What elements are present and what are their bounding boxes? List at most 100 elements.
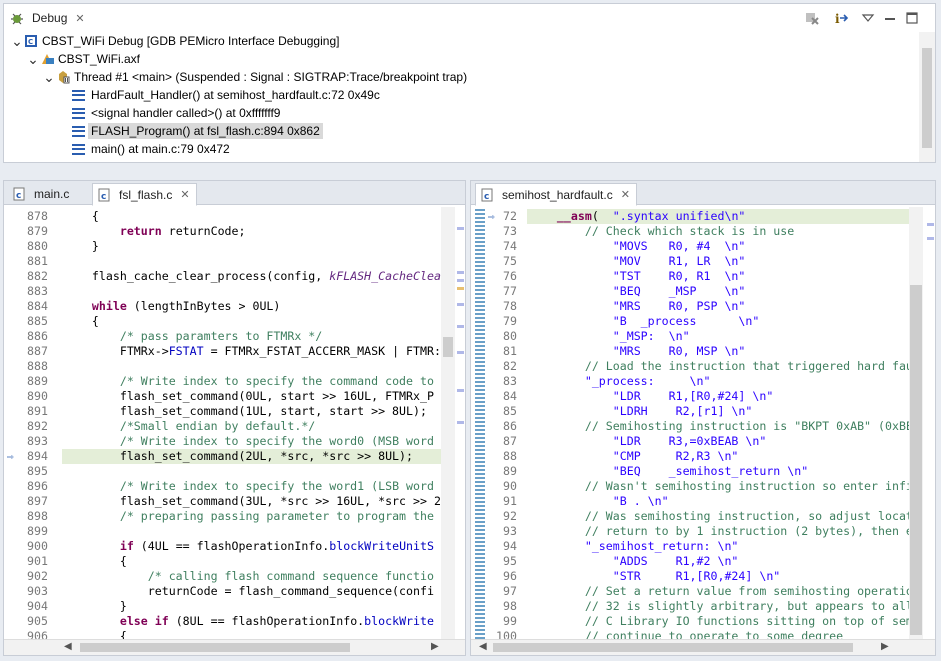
overview-marker[interactable] <box>457 421 464 424</box>
code-line[interactable]: "B . \n" <box>529 494 669 509</box>
code-line[interactable]: // Set a return value from semihosting o… <box>529 584 909 599</box>
debug-tree-item[interactable]: FLASH_Program() at fsl_flash.c:894 0x862 <box>4 122 323 140</box>
right-editor-hscroll[interactable]: ◀ ▶ <box>471 639 935 655</box>
code-line[interactable]: while (lengthInBytes > 0UL) <box>64 299 280 314</box>
code-line[interactable]: "LDR R1,[R0,#24] \n" <box>529 389 774 404</box>
debug-tree-scroll-thumb[interactable] <box>922 48 932 148</box>
code-line[interactable]: "_semihost_return: \n" <box>529 539 739 554</box>
code-line[interactable]: "STR R1,[R0,#24] \n" <box>529 569 781 584</box>
code-line[interactable]: /* preparing passing parameter to progra… <box>64 509 434 524</box>
code-line[interactable]: flash_set_command(0UL, start >> 16UL, FT… <box>64 389 434 404</box>
scroll-right-icon[interactable]: ▶ <box>881 641 889 652</box>
right-overview-ruler[interactable] <box>925 207 935 639</box>
debug-tree-item[interactable]: HardFault_Handler() at semihost_hardfaul… <box>4 86 380 104</box>
tab-main-c[interactable]: c main.c <box>8 183 75 205</box>
right-editor-vscroll-thumb[interactable] <box>910 285 922 635</box>
scroll-right-icon[interactable]: ▶ <box>431 641 439 652</box>
code-line[interactable]: if (4UL == flashOperationInfo.blockWrite… <box>64 539 434 554</box>
code-line[interactable]: "_process: \n" <box>529 374 711 389</box>
code-line[interactable]: { <box>64 554 127 569</box>
code-line[interactable]: { <box>64 209 99 224</box>
minimize-icon[interactable] <box>882 10 898 26</box>
left-editor-hscroll-thumb[interactable] <box>80 643 350 652</box>
debug-tree-item[interactable]: <signal handler called>() at 0xfffffff9 <box>4 104 280 122</box>
code-line[interactable]: } <box>64 239 99 254</box>
code-line[interactable]: "TST R0, R1 \n" <box>529 269 746 284</box>
right-code-area[interactable]: ⇨ 72 __asm( ".syntax unified\n" 73 // Chec… <box>485 207 909 639</box>
overview-marker[interactable] <box>457 287 464 290</box>
code-line[interactable]: "BEQ _MSP \n" <box>529 284 746 299</box>
code-line[interactable]: else if (8UL == flashOperationInfo.block… <box>64 614 434 629</box>
code-line[interactable]: { <box>64 629 127 639</box>
left-editor-vscroll-thumb[interactable] <box>443 337 453 357</box>
code-line[interactable]: "MOVS R0, #4 \n" <box>529 239 746 254</box>
code-line[interactable]: return returnCode; <box>64 224 246 239</box>
left-editor-hscroll[interactable]: ◀ ▶ <box>4 639 465 655</box>
code-line[interactable]: flash_cache_clear_process(config, kFLASH… <box>64 269 441 284</box>
debug-tree-item[interactable]: ⌄ Thread #1 <main> (Suspended : Signal : … <box>4 68 467 86</box>
code-line[interactable]: "LDRH R2,[r1] \n" <box>529 404 753 419</box>
right-view-menu[interactable] <box>911 180 931 181</box>
view-menu-icon[interactable] <box>860 10 876 26</box>
tab-fsl-flash-c[interactable]: c fsl_flash.c ✕ <box>92 183 197 206</box>
code-line[interactable]: // Wasn't semihosting instruction so ent… <box>529 479 909 494</box>
close-icon[interactable]: ✕ <box>621 188 630 201</box>
overview-marker[interactable] <box>457 279 464 282</box>
code-line[interactable]: "CMP R2,R3 \n" <box>529 449 739 464</box>
code-line[interactable]: "BEQ _semihost_return \n" <box>529 464 808 479</box>
scroll-left-icon[interactable]: ◀ <box>479 641 487 652</box>
expand-chevron-icon[interactable]: ⌄ <box>10 34 24 48</box>
maximize-icon[interactable] <box>904 10 920 26</box>
debug-tree-item[interactable]: ⌄ C CBST_WiFi Debug [GDB PEMicro Interface… <box>4 32 339 50</box>
code-line[interactable]: /* Write index to specify the command co… <box>64 374 434 389</box>
scroll-left-icon[interactable]: ◀ <box>64 641 72 652</box>
left-code-area[interactable]: 878 {879 return returnCode; 880 } 881 882 f… <box>4 207 441 639</box>
code-line[interactable]: } <box>64 599 127 614</box>
code-line[interactable]: "MRS R0, MSP \n" <box>529 344 746 359</box>
tab-semihost-hardfault-c[interactable]: c semihost_hardfault.c ✕ <box>475 183 637 206</box>
code-line[interactable]: /* pass paramters to FTMRx */ <box>64 329 322 344</box>
overview-marker[interactable] <box>457 227 464 230</box>
code-line[interactable]: returnCode = flash_command_sequence(conf… <box>64 584 434 599</box>
code-line[interactable]: { <box>64 314 99 329</box>
close-icon[interactable]: ✕ <box>180 188 189 201</box>
code-line[interactable]: // C Library IO functions sitting on top… <box>529 614 909 629</box>
expand-chevron-icon[interactable]: ⌄ <box>26 52 40 66</box>
code-line[interactable]: "_MSP: \n" <box>529 329 690 344</box>
overview-marker[interactable] <box>457 325 464 328</box>
step-instruction-icon[interactable]: i <box>834 10 850 26</box>
code-line[interactable]: // Check which stack is in use <box>529 224 794 239</box>
code-line[interactable]: FTMRx->FSTAT = FTMRx_FSTAT_ACCERR_MASK |… <box>64 344 441 359</box>
code-line[interactable]: flash_set_command(2UL, *src, *src >> 8UL… <box>64 449 413 464</box>
code-line[interactable]: flash_set_command(3UL, *src >> 16UL, *sr… <box>64 494 441 509</box>
code-line[interactable]: "B _process \n" <box>529 314 760 329</box>
expand-chevron-icon[interactable]: ⌄ <box>42 70 56 84</box>
left-overview-ruler[interactable] <box>455 207 465 639</box>
overview-marker[interactable] <box>457 271 464 274</box>
code-line[interactable]: __asm( ".syntax unified\n" <box>529 209 745 224</box>
debug-tree-scrollbar[interactable] <box>919 32 935 162</box>
code-line[interactable]: // Load the instruction that triggered h… <box>529 359 909 374</box>
code-line[interactable]: // Semihosting instruction is "BKPT 0xAB… <box>529 419 909 434</box>
overview-marker[interactable] <box>457 351 464 354</box>
close-icon[interactable]: ✕ <box>75 12 84 25</box>
remove-terminated-icon[interactable] <box>804 10 820 26</box>
overview-marker[interactable] <box>457 303 464 306</box>
overview-marker[interactable] <box>927 223 934 226</box>
code-line[interactable]: /* calling flash command sequence functi… <box>64 569 434 584</box>
debug-tree-item[interactable]: ⌄ CBST_WiFi.axf <box>4 50 140 68</box>
code-line[interactable]: // return to by 1 instruction (2 bytes),… <box>529 524 909 539</box>
debug-tree-item[interactable]: main() at main.c:79 0x472 <box>4 140 230 158</box>
code-line[interactable]: "LDR R3,=0xBEAB \n" <box>529 434 767 449</box>
code-line[interactable]: flash_set_command(1UL, start, start >> 8… <box>64 404 427 419</box>
left-editor-vscroll[interactable] <box>441 207 455 639</box>
code-line[interactable]: // continue to operate to some degree <box>529 629 843 639</box>
code-line[interactable]: "MRS R0, PSP \n" <box>529 299 746 314</box>
overview-marker[interactable] <box>457 389 464 392</box>
right-editor-hscroll-thumb[interactable] <box>493 643 853 652</box>
debug-tab[interactable]: Debug ✕ <box>6 7 91 29</box>
right-editor-vscroll[interactable] <box>909 207 923 639</box>
code-line[interactable]: "ADDS R1,#2 \n" <box>529 554 739 569</box>
code-line[interactable]: /* Write index to specify the word1 (LSB… <box>64 479 434 494</box>
code-line[interactable]: // Was semihosting instruction, so adjus… <box>529 509 909 524</box>
